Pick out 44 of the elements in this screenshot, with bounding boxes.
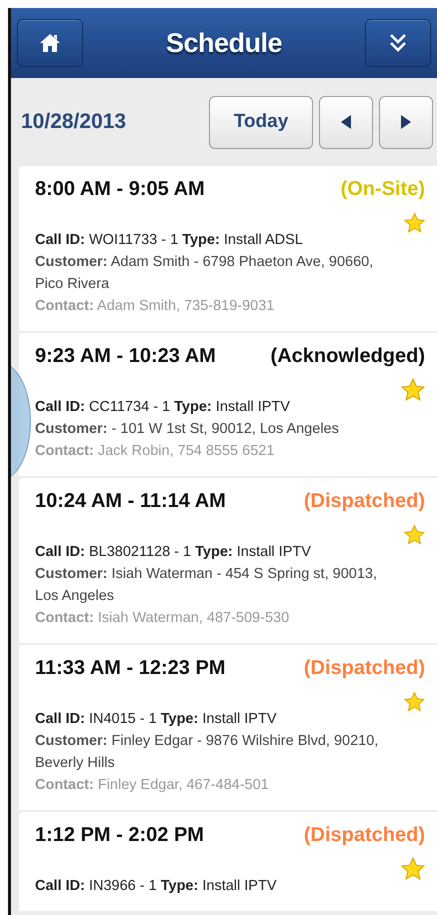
customer-info: Customer: Finley Edgar - 9876 Wilshire Blvd, 90210, Beverly Hills (35, 732, 380, 773)
call-info: Call ID: IN4015 - 1 Type: Install IPTV (35, 710, 278, 729)
right-triangle-icon (401, 115, 411, 129)
customer-info: Customer: Isiah Waterman - 454 S Spring st, 90013, Los Angeles (35, 565, 378, 606)
contact-info: Contact: Finley Edgar, 467-484-501 (35, 776, 270, 795)
contact-info: Contact: Jack Robin, 754 8555 6521 (35, 442, 276, 461)
time-range: 10:24 AM - 11:14 AM (35, 490, 226, 513)
time-range: 9:23 AM - 10:23 AM (35, 345, 216, 368)
home-icon (39, 32, 61, 54)
appointment-card[interactable]: 8:00 AM - 9:05 AM (On-Site) Call ID: WOI11733 - 1 Type: Install ADSL Customer: Adam Smith - 6798 Phaeton Ave, 90660, Pico Rivera Contact: Adam Smith, 735-819-9031 (19, 166, 437, 331)
double-chevron-icon (388, 33, 407, 53)
appointment-card[interactable]: 1:12 PM - 2:02 PM (Dispatched) Call ID: IN3966 - 1 Type: Install IPTV (19, 812, 437, 911)
time-range: 1:12 PM - 2:02 PM (35, 824, 204, 847)
star-icon[interactable] (401, 378, 425, 402)
star-icon[interactable] (401, 857, 425, 881)
screen-title: Schedule (166, 28, 282, 58)
call-info: Call ID: CC11734 - 1 Type: Install IPTV (35, 398, 291, 417)
contact-info: Contact: Isiah Waterman, 487-509-530 (35, 609, 290, 628)
status-label: (Dispatched) (304, 490, 425, 513)
call-info: Call ID: IN3966 - 1 Type: Install IPTV (35, 877, 276, 896)
star-icon[interactable] (404, 523, 425, 547)
customer-info: Customer: - 101 W 1st St, 90012, Los Angeles (35, 420, 339, 439)
star-icon[interactable] (404, 690, 425, 714)
today-button[interactable]: Today (209, 96, 313, 148)
home-button[interactable] (17, 19, 83, 67)
status-label: (Acknowledged) (270, 345, 425, 368)
menu-button[interactable] (364, 19, 431, 67)
status-label: (Dispatched) (304, 824, 425, 847)
call-info: Call ID: WOI11733 - 1 Type: Install ADSL (35, 231, 304, 250)
customer-info: Customer: Adam Smith - 6798 Phaeton Ave, 90660, Pico Rivera (35, 253, 374, 294)
next-day-button[interactable] (379, 96, 433, 148)
appointment-card[interactable]: 11:33 AM - 12:23 PM (Dispatched) Call ID: IN4015 - 1 Type: Install IPTV Customer: Finley Edgar - 9876 Wilshire Blvd, 90210, Beverly Hills Contact: Finley Edgar, 467-484-501 (19, 645, 437, 810)
previous-day-button[interactable] (319, 96, 373, 148)
appointment-card[interactable]: 9:23 AM - 10:23 AM (Acknowledged) Call ID: CC11734 - 1 Type: Install IPTV Customer: - 101 W 1st St, 90012, Los Angeles Contact: Jack Robin, 754 8555 6521 (19, 333, 437, 476)
appointment-card[interactable]: 10:24 AM - 11:14 AM (Dispatched) Call ID: BL38021128 - 1 Type: Install IPTV Customer: Isiah Waterman - 454 S Spring st, 90013, Los Angeles Contact: Isiah Waterman, 487-509-530 (19, 478, 437, 643)
status-label: (On-Site) (340, 178, 425, 201)
time-range: 8:00 AM - 9:05 AM (35, 178, 205, 201)
left-triangle-icon (341, 115, 351, 129)
contact-info: Contact: Adam Smith, 735-819-9031 (35, 297, 276, 316)
time-range: 11:33 AM - 12:23 PM (35, 657, 226, 680)
status-label: (Dispatched) (304, 657, 425, 680)
star-icon[interactable] (404, 211, 425, 235)
date-label: 10/28/2013 (21, 110, 128, 134)
call-info: Call ID: BL38021128 - 1 Type: Install IPTV (35, 543, 312, 562)
